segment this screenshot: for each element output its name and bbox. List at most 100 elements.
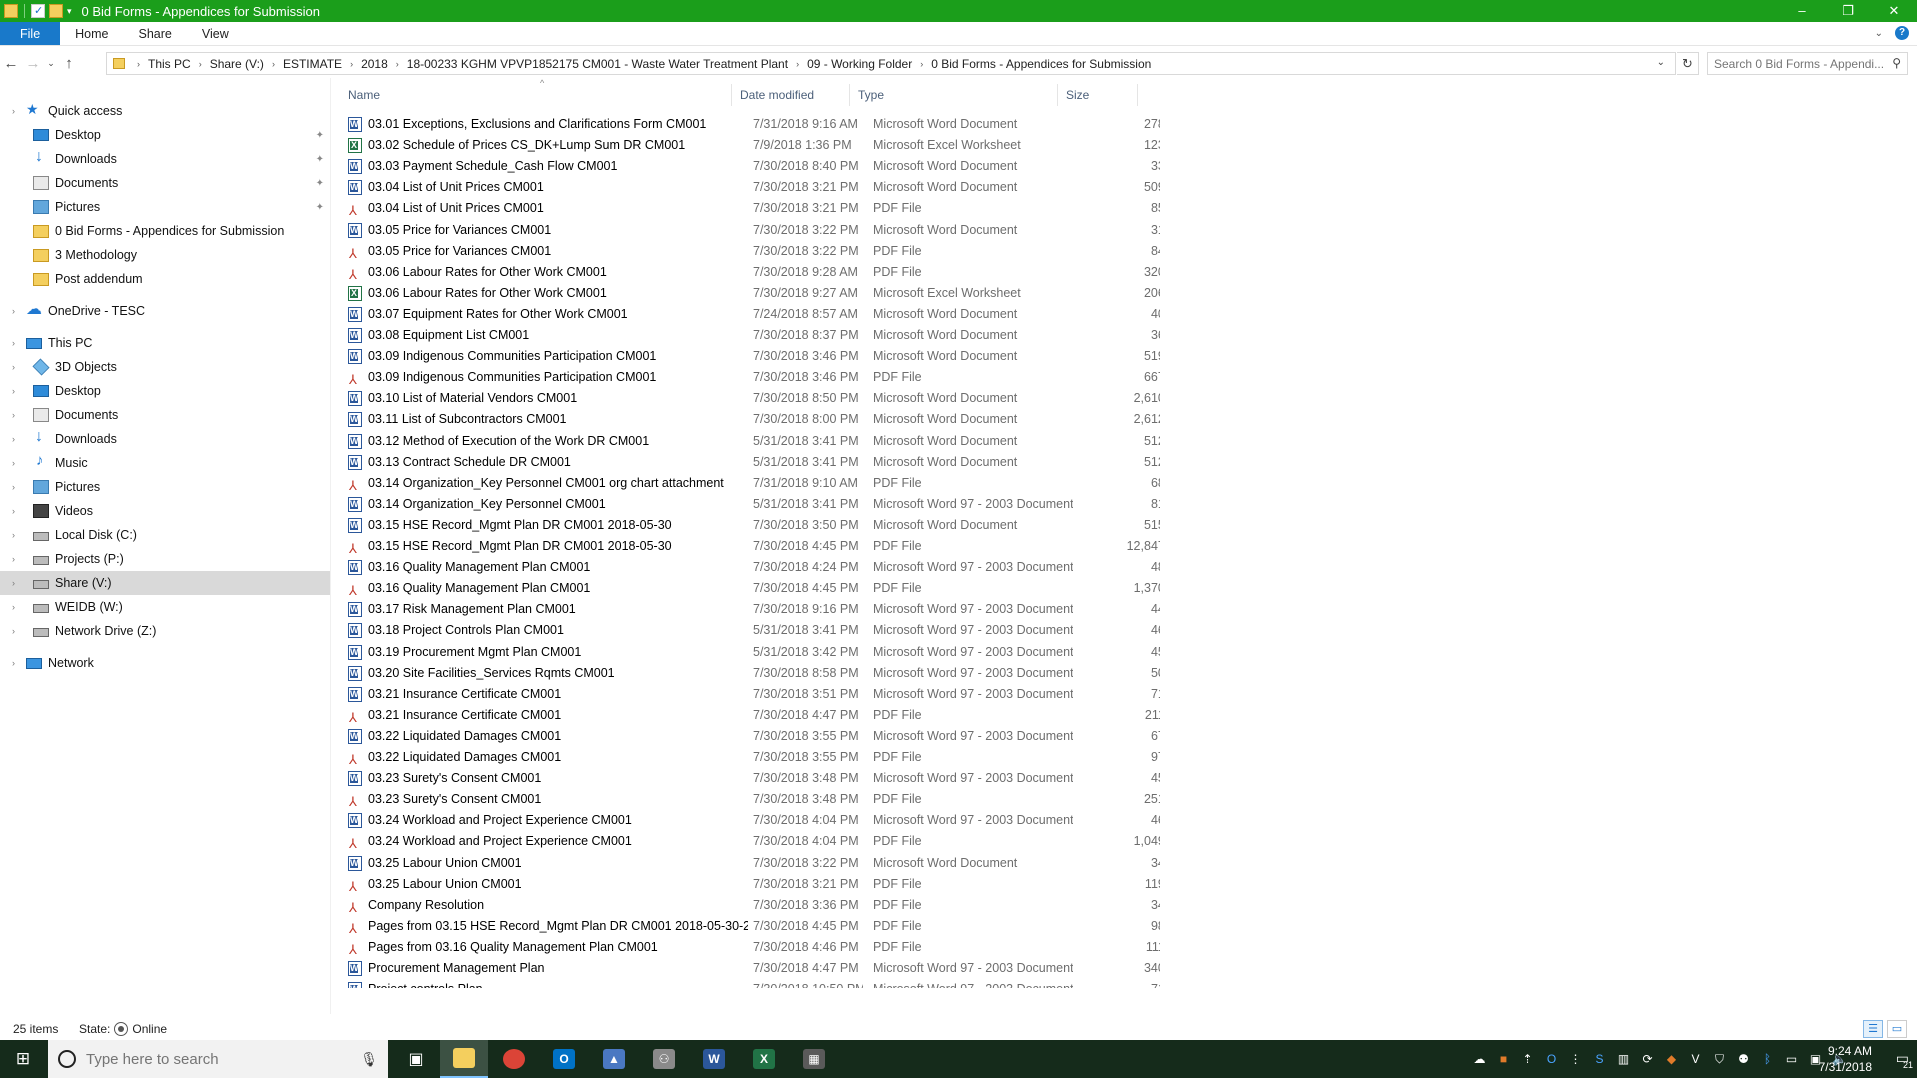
nav-quick-item[interactable]: Desktop ✦ <box>0 123 330 147</box>
large-icons-view-button[interactable]: ▭ <box>1887 1020 1907 1038</box>
file-row[interactable]: 03.19 Procurement Mgmt Plan CM001 5/31/20… <box>340 642 1160 663</box>
file-row[interactable]: Company Resolution 7/30/2018 3:36 PM PDF F… <box>340 895 1160 916</box>
nav-quick-item[interactable]: 3 Methodology <box>0 243 330 267</box>
file-row[interactable]: 03.16 Quality Management Plan CM001 7/30/… <box>340 557 1160 578</box>
breadcrumb-item[interactable]: 0 Bid Forms - Appendices for Submission <box>931 57 1151 71</box>
expand-chevron-icon[interactable]: › <box>12 530 15 540</box>
file-row[interactable]: 03.22 Liquidated Damages CM001 7/30/2018 … <box>340 726 1160 747</box>
expand-chevron-icon[interactable]: › <box>12 106 15 116</box>
expand-chevron-icon[interactable]: › <box>12 306 15 316</box>
breadcrumb-chevron-icon[interactable]: › <box>350 59 353 69</box>
file-row[interactable]: 03.05 Price for Variances CM001 7/30/2018… <box>340 241 1160 262</box>
start-button[interactable]: ⊞ <box>0 1040 46 1078</box>
expand-chevron-icon[interactable]: › <box>12 658 15 668</box>
file-row[interactable]: 03.10 List of Material Vendors CM001 7/30… <box>340 388 1160 409</box>
taskbar-app-calc[interactable]: ▦ <box>790 1040 838 1078</box>
file-row[interactable]: 03.07 Equipment Rates for Other Work CM0… <box>340 304 1160 325</box>
file-row[interactable]: 03.23 Surety's Consent CM001 7/30/2018 3:… <box>340 768 1160 789</box>
file-row[interactable]: 03.04 List of Unit Prices CM001 7/30/2018… <box>340 177 1160 198</box>
breadcrumb-chevron-icon[interactable]: › <box>396 59 399 69</box>
file-row[interactable]: 03.03 Payment Schedule_Cash Flow CM001 7/… <box>340 156 1160 177</box>
expand-chevron-icon[interactable]: › <box>12 458 15 468</box>
file-row[interactable]: 03.22 Liquidated Damages CM001 7/30/2018 … <box>340 747 1160 768</box>
breadcrumb-item[interactable]: 09 - Working Folder <box>807 57 912 71</box>
file-row[interactable]: 03.21 Insurance Certificate CM001 7/30/20… <box>340 684 1160 705</box>
tray-v-icon[interactable]: V <box>1688 1052 1703 1066</box>
file-row[interactable]: 03.09 Indigenous Communities Participati… <box>340 367 1160 388</box>
address-dropdown-icon[interactable]: ⌄ <box>1657 57 1665 68</box>
column-header-name[interactable]: Name <box>340 84 732 106</box>
file-row[interactable]: Pages from 03.16 Quality Management Plan… <box>340 937 1160 958</box>
file-row[interactable]: 03.06 Labour Rates for Other Work CM001 7… <box>340 262 1160 283</box>
file-row[interactable]: 03.05 Price for Variances CM001 7/30/2018… <box>340 220 1160 241</box>
tab-home[interactable]: Home <box>60 22 123 45</box>
taskbar-excel[interactable]: X <box>740 1040 788 1078</box>
nav-pc-item[interactable]: › Network Drive (Z:) <box>0 619 330 643</box>
minimize-button[interactable]: – <box>1779 0 1825 22</box>
file-row[interactable]: 03.14 Organization_Key Personnel CM001 5/… <box>340 494 1160 515</box>
breadcrumb-chevron-icon[interactable]: › <box>137 59 140 69</box>
close-button[interactable]: ✕ <box>1871 0 1917 22</box>
nav-pc-item[interactable]: › Projects (P:) <box>0 547 330 571</box>
file-row[interactable]: 03.16 Quality Management Plan CM001 7/30/… <box>340 578 1160 599</box>
expand-chevron-icon[interactable]: › <box>12 482 15 492</box>
file-row[interactable]: 03.14 Organization_Key Personnel CM001 o… <box>340 473 1160 494</box>
search-box[interactable]: ⚲ <box>1707 52 1908 75</box>
breadcrumb-chevron-icon[interactable]: › <box>796 59 799 69</box>
file-row[interactable]: 03.09 Indigenous Communities Participati… <box>340 346 1160 367</box>
refresh-button[interactable]: ↻ <box>1677 52 1699 75</box>
file-row[interactable]: 03.20 Site Facilities_Services Rqmts CM0… <box>340 663 1160 684</box>
breadcrumb-item[interactable]: ESTIMATE <box>283 57 342 71</box>
taskbar-chrome[interactable] <box>490 1040 538 1078</box>
tray-shield-icon[interactable]: ⛉ <box>1712 1052 1727 1067</box>
file-row[interactable]: 03.04 List of Unit Prices CM001 7/30/2018… <box>340 198 1160 219</box>
taskbar-app-sail[interactable]: ▲ <box>590 1040 638 1078</box>
bluetooth-icon[interactable]: ᛒ <box>1760 1052 1775 1066</box>
nav-quick-item[interactable]: Downloads ✦ <box>0 147 330 171</box>
up-button[interactable]: ↑ <box>58 55 80 72</box>
new-folder-icon[interactable] <box>49 4 63 18</box>
tray-security-icon[interactable]: ◆ <box>1664 1052 1679 1066</box>
file-row[interactable]: 03.21 Insurance Certificate CM001 7/30/20… <box>340 705 1160 726</box>
recent-locations-chevron-icon[interactable]: ⌄ <box>44 58 58 69</box>
nav-pc-item[interactable]: › Share (V:) <box>0 571 330 595</box>
breadcrumb-item[interactable]: 2018 <box>361 57 388 71</box>
nav-pc-item[interactable]: › Desktop <box>0 379 330 403</box>
tray-people-icon[interactable]: ⚉ <box>1736 1052 1751 1066</box>
nav-pc-item[interactable]: › Documents <box>0 403 330 427</box>
nav-quick-item[interactable]: 0 Bid Forms - Appendices for Submission <box>0 219 330 243</box>
breadcrumb-item[interactable]: This PC <box>148 57 191 71</box>
expand-chevron-icon[interactable]: › <box>12 434 15 444</box>
file-row[interactable]: 03.17 Risk Management Plan CM001 7/30/201… <box>340 599 1160 620</box>
file-row[interactable]: 03.23 Surety's Consent CM001 7/30/2018 3:… <box>340 789 1160 810</box>
address-bar[interactable]: › This PC › Share (V:) › ESTIMATE › 2018 › 18-002… <box>106 52 1676 75</box>
search-input[interactable] <box>1714 56 1884 71</box>
nav-pc-item[interactable]: › Local Disk (C:) <box>0 523 330 547</box>
column-header-type[interactable]: Type <box>850 84 1058 106</box>
properties-icon[interactable] <box>31 4 45 18</box>
details-view-button[interactable]: ☰ <box>1863 1020 1883 1038</box>
tray-upload-icon[interactable]: ⇡ <box>1520 1052 1535 1066</box>
onedrive-tray-icon[interactable]: ☁ <box>1472 1052 1487 1066</box>
nav-pc-item[interactable]: › Music <box>0 451 330 475</box>
expand-chevron-icon[interactable]: › <box>12 386 15 396</box>
nav-quick-item[interactable]: Documents ✦ <box>0 171 330 195</box>
taskbar-file-explorer[interactable] <box>440 1040 488 1078</box>
taskbar-outlook[interactable]: O <box>540 1040 588 1078</box>
help-icon[interactable]: ? <box>1895 26 1909 40</box>
file-row[interactable]: 03.18 Project Controls Plan CM001 5/31/20… <box>340 620 1160 641</box>
tray-more-icon[interactable]: ⋮ <box>1568 1052 1583 1066</box>
nav-pc-item[interactable]: › Downloads <box>0 427 330 451</box>
file-row[interactable]: 03.01 Exceptions, Exclusions and Clarifi… <box>340 114 1160 135</box>
forward-button[interactable]: → <box>22 55 44 72</box>
nav-pc-item[interactable]: › Videos <box>0 499 330 523</box>
tab-share[interactable]: Share <box>124 22 187 45</box>
breadcrumb-chevron-icon[interactable]: › <box>920 59 923 69</box>
battery-icon[interactable]: ▭ <box>1784 1052 1799 1066</box>
expand-chevron-icon[interactable]: › <box>12 410 15 420</box>
maximize-button[interactable]: ❐ <box>1825 0 1871 22</box>
expand-chevron-icon[interactable]: › <box>12 626 15 636</box>
nav-quick-item[interactable]: Post addendum <box>0 267 330 291</box>
back-button[interactable]: ← <box>0 55 22 72</box>
tray-display-icon[interactable]: ▥ <box>1616 1052 1631 1066</box>
